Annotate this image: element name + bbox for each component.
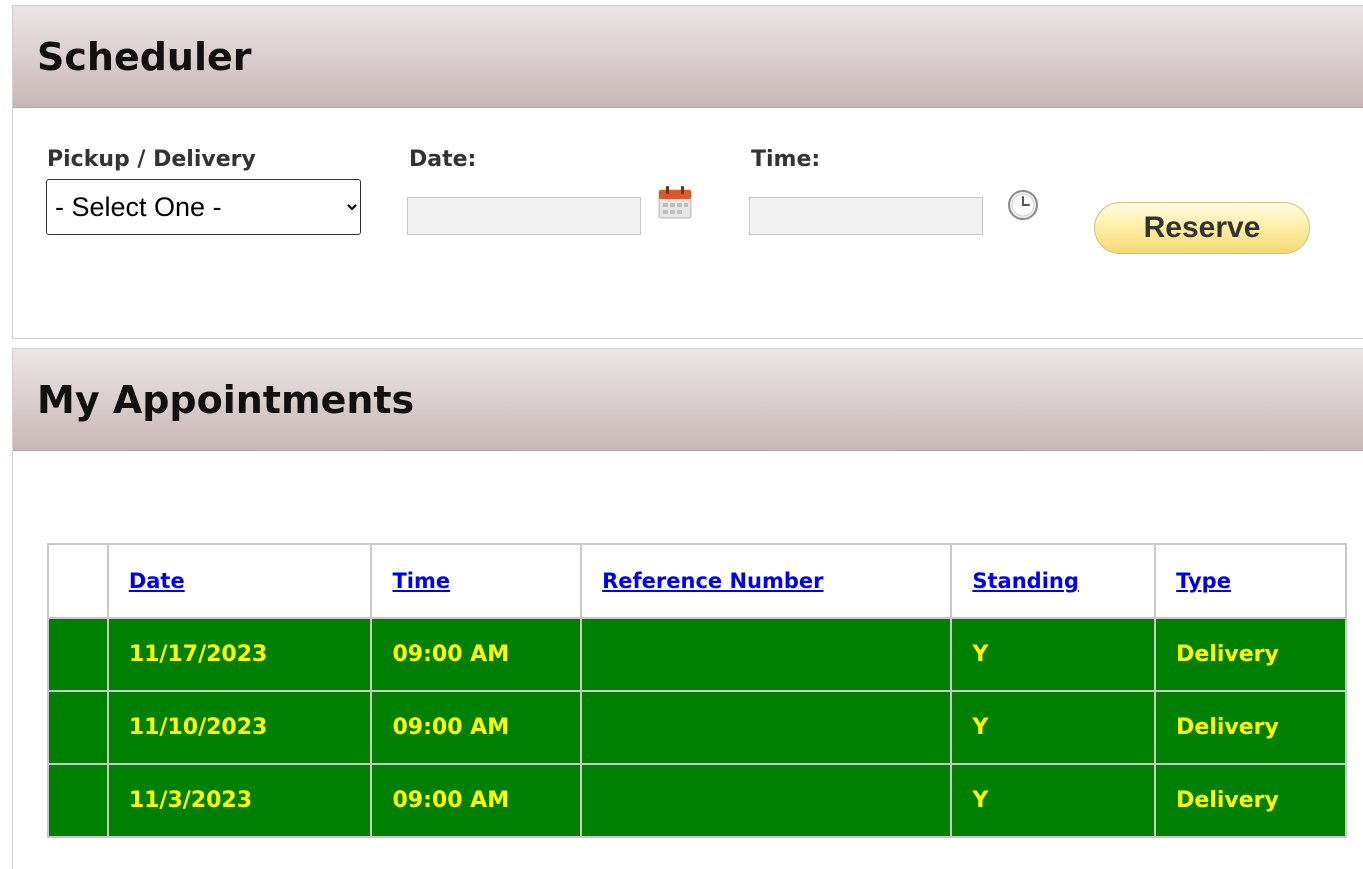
header-date: Date [106,543,373,619]
table-row[interactable]: 11/17/2023 09:00 AM Y Delivery [47,617,1347,692]
cell-standing: Y [950,617,1157,692]
sort-date-link[interactable]: Date [129,569,185,593]
cell-type: Delivery [1154,690,1347,765]
row-select-cell[interactable] [47,763,109,838]
sort-time-link[interactable]: Time [392,569,450,593]
calendar-icon[interactable] [656,184,694,220]
header-type: Type [1154,543,1347,619]
cell-reference [580,617,953,692]
header-select-cell [47,543,109,619]
sort-standing-link[interactable]: Standing [972,569,1079,593]
appointments-panel: My Appointments Date Time Reference Numb… [12,348,1363,869]
date-label: Date: [409,147,477,172]
cell-date: 11/3/2023 [106,763,373,838]
cell-time: 09:00 AM [370,617,583,692]
cell-date: 11/17/2023 [106,617,373,692]
time-label: Time: [751,147,821,172]
cell-date: 11/10/2023 [106,690,373,765]
scheduler-header: Scheduler [13,6,1363,108]
header-time: Time [370,543,583,619]
row-select-cell[interactable] [47,617,109,692]
time-input[interactable] [749,197,983,235]
cell-reference [580,763,953,838]
cell-type: Delivery [1154,617,1347,692]
type-label: Pickup / Delivery [47,147,256,172]
header-reference: Reference Number [580,543,953,619]
cell-time: 09:00 AM [370,763,583,838]
appointments-header: My Appointments [13,349,1363,451]
row-select-cell[interactable] [47,690,109,765]
sort-reference-link[interactable]: Reference Number [602,569,823,593]
cell-standing: Y [950,763,1157,838]
clock-icon[interactable] [1006,188,1040,222]
table-row[interactable]: 11/3/2023 09:00 AM Y Delivery [47,763,1347,838]
table-row[interactable]: 11/10/2023 09:00 AM Y Delivery [47,690,1347,765]
scheduler-panel: Scheduler Pickup / Delivery - Select One… [12,5,1363,339]
type-select[interactable]: - Select One - [46,179,361,235]
appointments-table: Date Time Reference Number Standing Type… [47,543,1347,838]
cell-standing: Y [950,690,1157,765]
appointments-title: My Appointments [37,377,415,422]
header-standing: Standing [950,543,1157,619]
scheduler-title: Scheduler [37,34,252,79]
table-header-row: Date Time Reference Number Standing Type [47,543,1347,619]
cell-type: Delivery [1154,763,1347,838]
cell-reference [580,690,953,765]
date-input[interactable] [407,197,641,235]
reserve-button[interactable]: Reserve [1094,202,1310,254]
cell-time: 09:00 AM [370,690,583,765]
sort-type-link[interactable]: Type [1176,569,1231,593]
